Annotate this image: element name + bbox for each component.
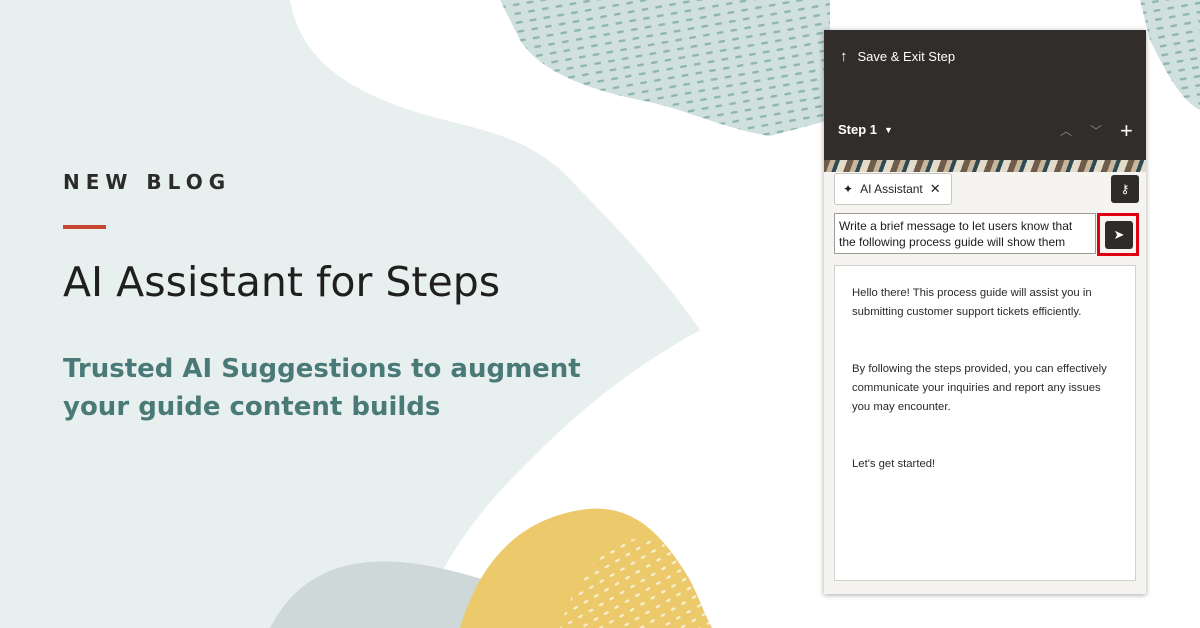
decorative-banner — [824, 160, 1146, 172]
ai-prompt-input[interactable]: Write a brief message to let users know … — [834, 213, 1096, 254]
plus-icon[interactable]: + — [1120, 118, 1133, 144]
key-button[interactable]: ⚷ — [1111, 175, 1139, 203]
response-paragraph: Let's get started! — [852, 458, 936, 470]
ai-assistant-chip-label: AI Assistant — [860, 182, 923, 196]
key-icon: ⚷ — [1120, 182, 1130, 196]
accent-divider — [63, 225, 106, 229]
ai-response-panel[interactable]: Hello there! This process guide will ass… — [834, 265, 1136, 581]
blog-subhead: Trusted AI Suggestions to augment your g… — [63, 354, 581, 422]
response-paragraph: By following the steps provided, you can… — [852, 363, 1107, 413]
step-selector[interactable]: Step 1 ▼ — [838, 122, 893, 137]
caret-down-icon: ▼ — [884, 124, 893, 135]
arrow-up-icon: ↑ — [840, 47, 848, 65]
panel-header: ↑ Save & Exit Step Step 1 ▼ ︿ ﹀ + — [824, 30, 1146, 160]
ai-assistant-chip[interactable]: ✦ AI Assistant ✕ — [834, 173, 952, 205]
teal-brush-dashes — [500, 0, 830, 136]
teal-corner-dashes — [1140, 0, 1200, 110]
blog-eyebrow: NEW BLOG — [63, 170, 232, 194]
response-paragraph: Hello there! This process guide will ass… — [852, 287, 1092, 318]
send-icon: ➤ — [1113, 227, 1125, 242]
step-toolbar: Step 1 ▼ ︿ ﹀ + — [838, 118, 1134, 144]
save-exit-label: Save & Exit Step — [857, 48, 956, 64]
step-selector-label: Step 1 — [838, 122, 878, 137]
chevron-up-icon[interactable]: ︿ — [1060, 122, 1072, 139]
magic-wand-icon: ✦ — [843, 182, 854, 196]
save-exit-step-button[interactable]: ↑ Save & Exit Step — [840, 46, 955, 66]
chevron-down-icon[interactable]: ﹀ — [1090, 122, 1102, 139]
blog-headline: AI Assistant for Steps — [63, 258, 501, 306]
close-icon[interactable]: ✕ — [930, 181, 941, 197]
send-button[interactable]: ➤ — [1105, 221, 1133, 249]
guide-step-panel: ↑ Save & Exit Step Step 1 ▼ ︿ ﹀ + ✦ AI A… — [824, 30, 1146, 594]
